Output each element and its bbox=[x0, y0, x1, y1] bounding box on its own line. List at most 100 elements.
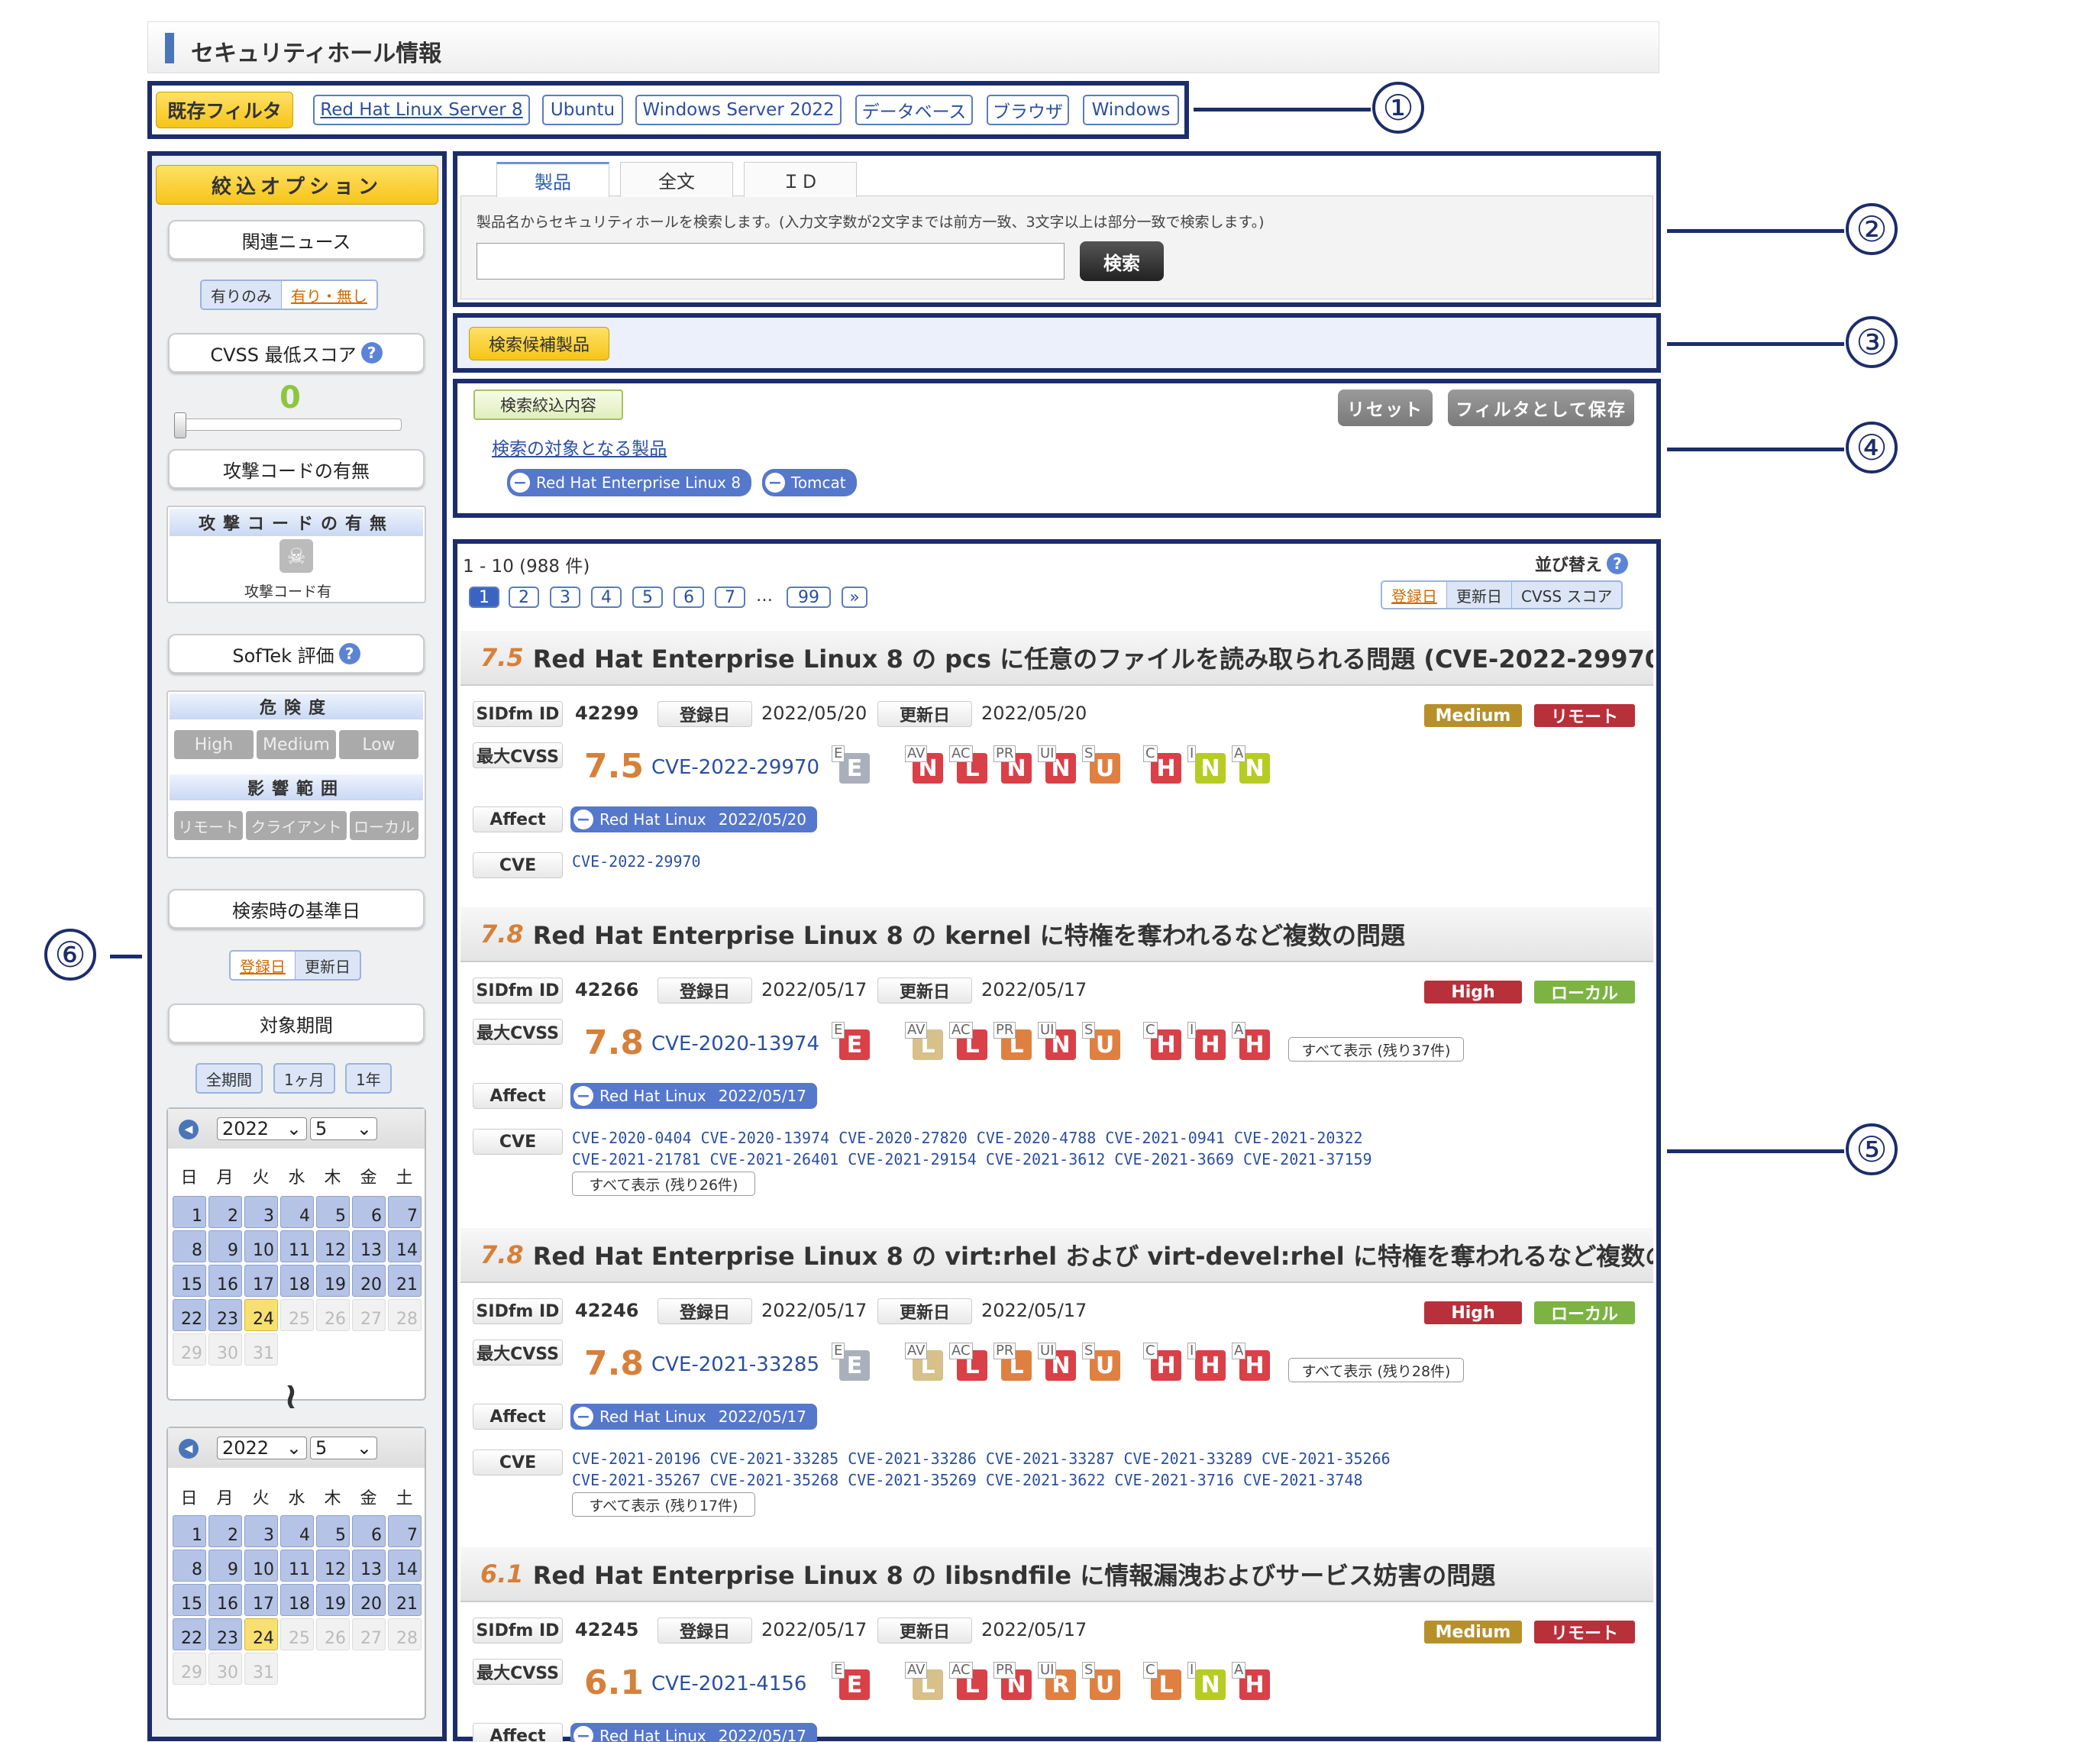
main-cve-link[interactable]: CVE-2022-29970 bbox=[651, 756, 819, 779]
cvss-heading[interactable]: CVSS 最低スコア? bbox=[168, 333, 425, 373]
scope-remote-button[interactable]: リモート bbox=[174, 811, 243, 840]
main-cve-link[interactable]: CVE-2020-13974 bbox=[651, 1033, 819, 1055]
affect-chip[interactable]: − Red Hat Linux 2022/05/17 bbox=[570, 1404, 818, 1430]
news-all-option[interactable]: 有り・無し bbox=[282, 281, 376, 309]
remove-icon[interactable]: − bbox=[573, 1086, 593, 1106]
calendar-day[interactable]: 4 bbox=[280, 1515, 314, 1547]
remove-icon[interactable]: − bbox=[573, 810, 593, 829]
prev-month-icon[interactable]: ◀ bbox=[179, 1439, 199, 1459]
product-chip-rhel8[interactable]: − Red Hat Enterprise Linux 8 bbox=[507, 469, 752, 496]
calendar-day[interactable]: 15 bbox=[173, 1584, 206, 1616]
help-icon[interactable]: ? bbox=[338, 643, 360, 664]
calendar-day[interactable]: 3 bbox=[244, 1515, 278, 1547]
calendar-day[interactable]: 14 bbox=[388, 1230, 422, 1262]
calendar-day[interactable]: 1 bbox=[173, 1515, 206, 1547]
calendar-day[interactable]: 17 bbox=[244, 1265, 278, 1297]
product-chip-tomcat[interactable]: − Tomcat bbox=[762, 469, 857, 496]
calendar-day[interactable]: 20 bbox=[352, 1265, 386, 1297]
cve-list-line[interactable]: CVE-2022-29970 bbox=[572, 851, 701, 872]
affect-chip[interactable]: − Red Hat Linux 2022/05/17 bbox=[570, 1083, 818, 1109]
calendar-day[interactable]: 19 bbox=[316, 1265, 350, 1297]
exploit-heading[interactable]: 攻撃コードの有無 bbox=[168, 449, 425, 489]
period-year-button[interactable]: 1年 bbox=[345, 1063, 392, 1094]
page-button[interactable]: 7 bbox=[715, 587, 745, 608]
softek-heading[interactable]: SofTek 評価? bbox=[168, 634, 425, 674]
filter-windows-server[interactable]: Windows Server 2022 bbox=[635, 95, 842, 125]
candidate-products-label[interactable]: 検索候補製品 bbox=[469, 327, 609, 360]
next-page-button[interactable]: » bbox=[842, 587, 867, 608]
affect-chip[interactable]: − Red Hat Linux 2022/05/20 bbox=[570, 806, 818, 832]
cve-list-line[interactable]: CVE-2021-20196 CVE-2021-33285 CVE-2021-3… bbox=[572, 1448, 1391, 1469]
page-button[interactable]: 99 bbox=[787, 587, 831, 608]
cve-list-line[interactable]: CVE-2020-0404 CVE-2020-13974 CVE-2020-27… bbox=[572, 1127, 1363, 1149]
basedate-heading[interactable]: 検索時の基準日 bbox=[168, 889, 425, 929]
calendar-day[interactable]: 11 bbox=[280, 1230, 314, 1262]
remove-icon[interactable]: − bbox=[510, 473, 530, 493]
calendar-day[interactable]: 9 bbox=[208, 1550, 242, 1582]
calendar-day[interactable]: 19 bbox=[316, 1584, 350, 1616]
calendar-day[interactable]: 5 bbox=[316, 1196, 350, 1228]
scope-client-button[interactable]: クライアント bbox=[246, 811, 347, 840]
cve-list-line[interactable]: CVE-2021-35267 CVE-2021-35268 CVE-2021-3… bbox=[572, 1469, 1363, 1491]
main-cve-link[interactable]: CVE-2021-33285 bbox=[651, 1353, 819, 1376]
scope-local-button[interactable]: ローカル bbox=[350, 811, 418, 840]
calendar-day[interactable]: 11 bbox=[280, 1550, 314, 1582]
calendar-day[interactable]: 4 bbox=[280, 1196, 314, 1228]
calendar-day[interactable]: 20 bbox=[352, 1584, 386, 1616]
calendar-day[interactable]: 18 bbox=[280, 1584, 314, 1616]
filter-rhel8[interactable]: Red Hat Linux Server 8 bbox=[313, 95, 530, 125]
basedate-updated-option[interactable]: 更新日 bbox=[296, 952, 360, 979]
remove-icon[interactable]: − bbox=[573, 1726, 593, 1742]
calendar-day[interactable]: 3 bbox=[244, 1196, 278, 1228]
period-heading[interactable]: 対象期間 bbox=[168, 1004, 425, 1043]
sort-registered[interactable]: 登録日 bbox=[1382, 582, 1447, 608]
danger-low-button[interactable]: Low bbox=[339, 730, 418, 759]
search-button[interactable]: 検索 bbox=[1080, 241, 1164, 281]
basedate-registered-option[interactable]: 登録日 bbox=[231, 952, 296, 979]
calendar-day[interactable]: 12 bbox=[316, 1230, 350, 1262]
calendar-day[interactable]: 2 bbox=[208, 1515, 242, 1547]
page-button[interactable]: 4 bbox=[591, 587, 622, 608]
calendar-day[interactable]: 14 bbox=[388, 1550, 422, 1582]
calendar-day[interactable]: 10 bbox=[244, 1550, 278, 1582]
calendar-day[interactable]: 13 bbox=[352, 1230, 386, 1262]
calendar-day[interactable]: 15 bbox=[173, 1265, 206, 1297]
help-icon[interactable]: ? bbox=[1607, 553, 1629, 574]
calendar-day[interactable]: 8 bbox=[173, 1230, 206, 1262]
calendar-to-year-select[interactable]: 2022 ⌄ bbox=[217, 1437, 307, 1459]
calendar-day[interactable]: 13 bbox=[352, 1550, 386, 1582]
help-icon[interactable]: ? bbox=[360, 342, 383, 364]
period-all-button[interactable]: 全期間 bbox=[195, 1063, 263, 1094]
calendar-day[interactable]: 1 bbox=[173, 1196, 206, 1228]
danger-high-button[interactable]: High bbox=[174, 730, 254, 759]
calendar-day[interactable]: 7 bbox=[388, 1196, 422, 1228]
filter-windows[interactable]: Windows bbox=[1083, 95, 1179, 125]
page-button[interactable]: 3 bbox=[550, 587, 580, 608]
entry-title[interactable]: 7.8 Red Hat Enterprise Linux 8 の kernel に… bbox=[460, 907, 1653, 962]
show-all-cves-button[interactable]: すべて表示 (残り17件) bbox=[572, 1492, 755, 1517]
sort-cvss[interactable]: CVSS スコア bbox=[1512, 582, 1621, 608]
filter-database[interactable]: データベース bbox=[855, 95, 973, 125]
save-filter-button[interactable]: フィルタとして保存 bbox=[1448, 389, 1634, 426]
page-button[interactable]: 5 bbox=[632, 587, 663, 608]
reset-button[interactable]: リセット bbox=[1338, 389, 1433, 426]
entry-title[interactable]: 7.8 Red Hat Enterprise Linux 8 の virt:rhe… bbox=[460, 1228, 1653, 1283]
target-products-link[interactable]: 検索の対象となる製品 bbox=[492, 434, 667, 460]
affect-chip[interactable]: − Red Hat Linux 2022/05/17 bbox=[570, 1723, 818, 1742]
show-all-cves-button[interactable]: すべて表示 (残り26件) bbox=[572, 1172, 755, 1196]
filter-browser[interactable]: ブラウザ bbox=[987, 95, 1069, 125]
period-month-button[interactable]: 1ヶ月 bbox=[273, 1063, 335, 1094]
calendar-day[interactable]: 22 bbox=[173, 1618, 206, 1650]
calendar-day[interactable]: 17 bbox=[244, 1584, 278, 1616]
tab-product[interactable]: 製品 bbox=[496, 162, 609, 197]
remove-icon[interactable]: − bbox=[573, 1407, 593, 1427]
filter-ubuntu[interactable]: Ubuntu bbox=[542, 95, 623, 125]
tab-fulltext[interactable]: 全文 bbox=[620, 162, 733, 197]
calendar-day[interactable]: 7 bbox=[388, 1515, 422, 1547]
search-input[interactable] bbox=[477, 243, 1065, 280]
calendar-day[interactable]: 16 bbox=[208, 1265, 242, 1297]
calendar-day[interactable]: 21 bbox=[388, 1265, 422, 1297]
main-cve-link[interactable]: CVE-2021-4156 bbox=[651, 1673, 806, 1695]
page-button[interactable]: 1 bbox=[469, 587, 499, 608]
calendar-to-month-select[interactable]: 5 ⌄ bbox=[310, 1437, 377, 1459]
